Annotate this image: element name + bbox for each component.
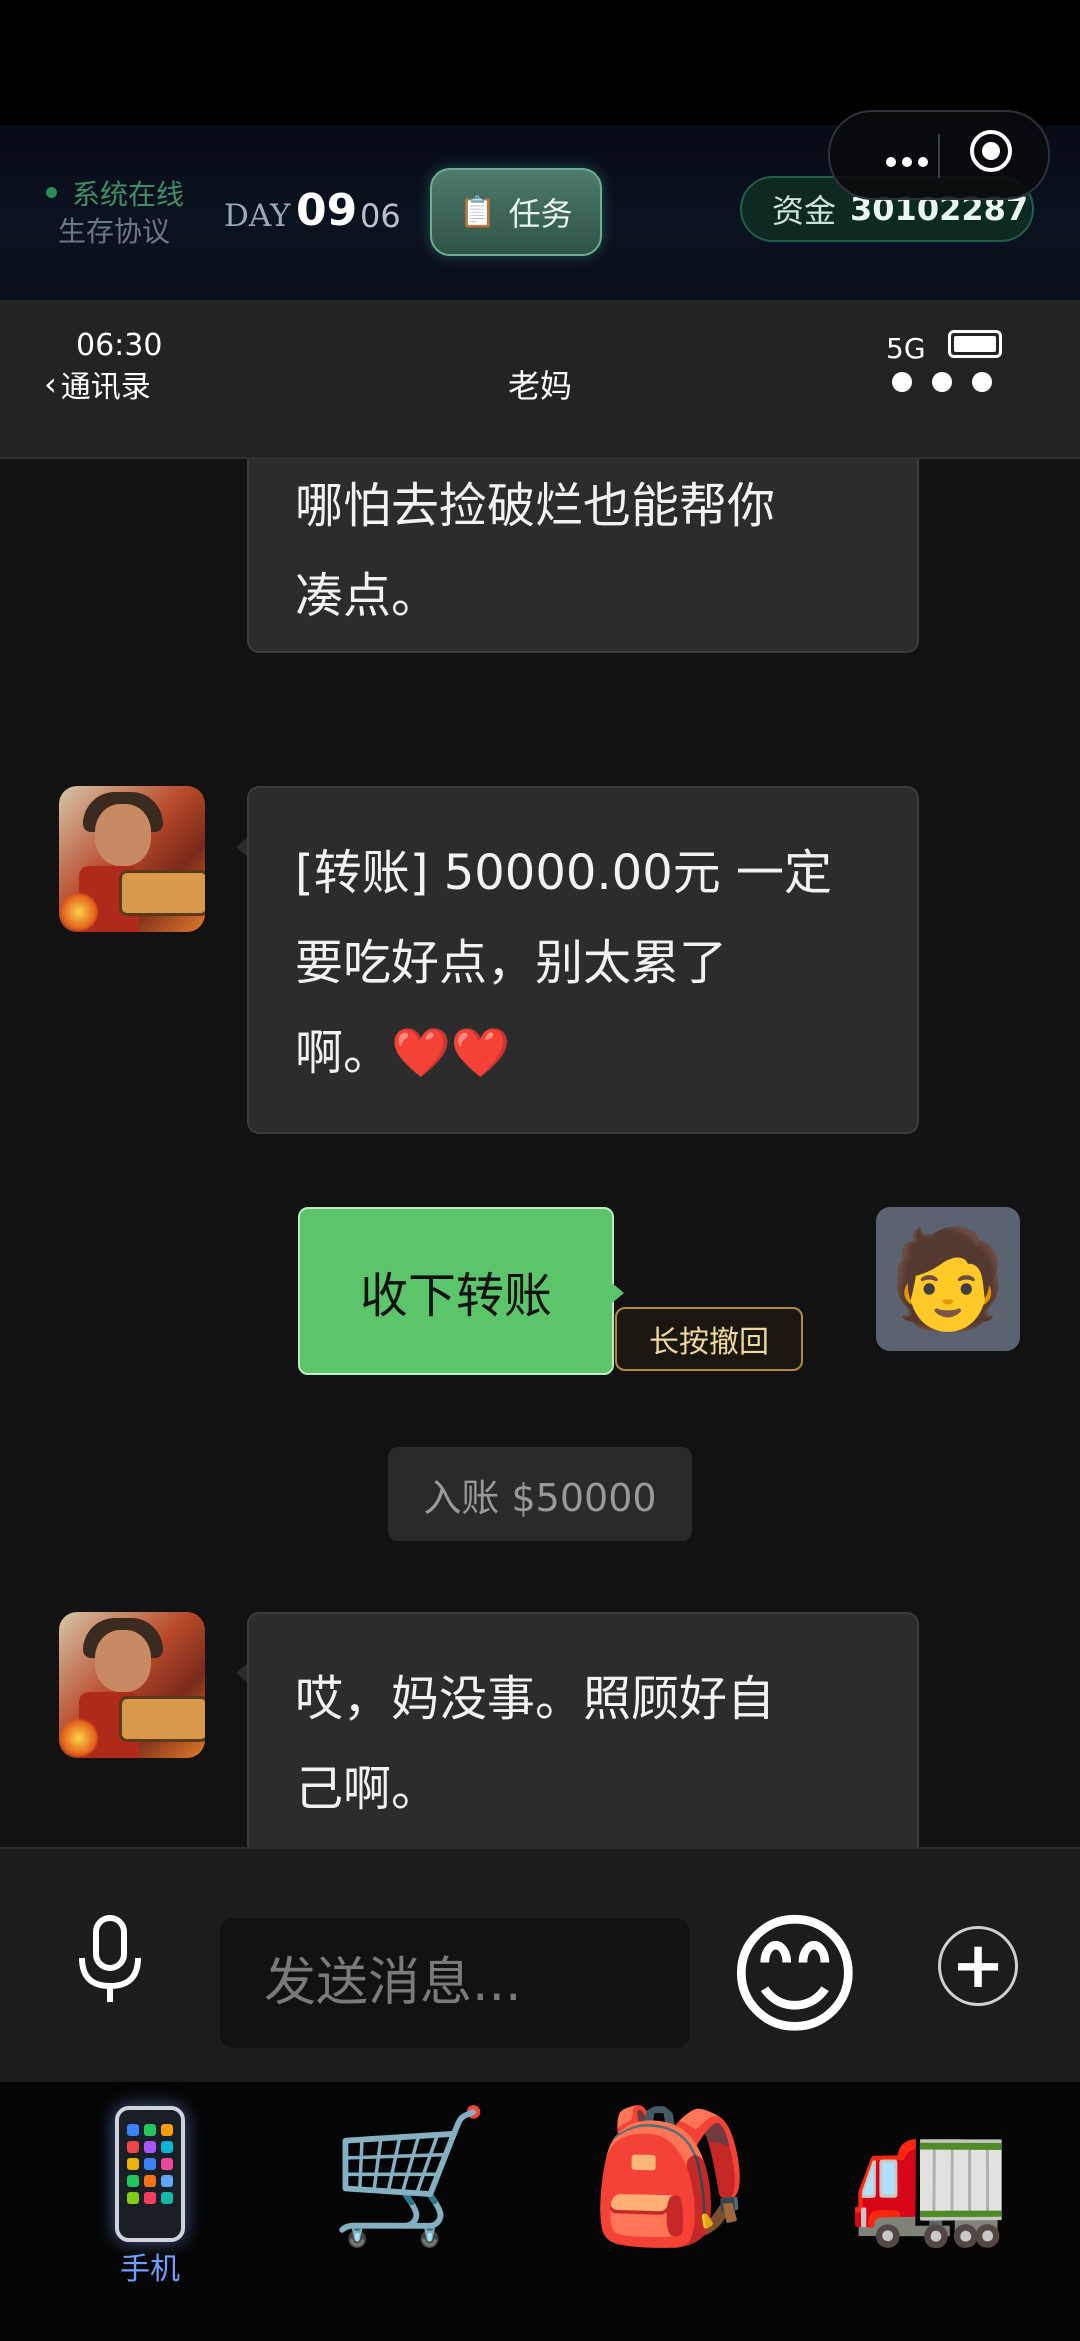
- message-line: 哪怕去捡破烂也能帮你: [295, 478, 776, 534]
- chat-menu-icon[interactable]: [892, 372, 1012, 396]
- day-number: 09: [296, 185, 358, 236]
- bubble-tail: [612, 1283, 624, 1303]
- income-notice: 入账 $50000: [388, 1447, 692, 1541]
- mom-avatar[interactable]: [59, 786, 205, 932]
- emoji-button[interactable]: 😊: [726, 1906, 864, 2046]
- nav-backpack[interactable]: 🎒: [570, 2096, 770, 2326]
- mini-program-capsule: [828, 110, 1050, 200]
- phone-icon: [115, 2106, 185, 2242]
- phone-clock: 06:30: [76, 328, 163, 363]
- incoming-message-bubble: 哎，妈没事。照顾好自 己啊。: [247, 1612, 919, 1847]
- system-online-text: 系统在线: [72, 178, 185, 211]
- incoming-message-bubble: 哪怕去捡破烂也能帮你 凑点。: [247, 459, 919, 653]
- backpack-icon: 🎒: [589, 2100, 751, 2252]
- message-line: 己啊。: [295, 1761, 440, 1817]
- incoming-message-bubble: [转账] 50000.00元 一定 要吃好点，别太累了 啊。❤️❤️: [247, 786, 919, 1134]
- signal-text: 5G: [886, 332, 926, 365]
- survival-protocol-text: 生存协议: [58, 215, 171, 248]
- accept-transfer-button[interactable]: 收下转账: [298, 1207, 614, 1375]
- capsule-divider: [938, 134, 940, 178]
- message-line: 啊。❤️❤️: [295, 1025, 511, 1081]
- nav-shop[interactable]: 🛒: [310, 2096, 510, 2326]
- message-line: 哎，妈没事。照顾好自: [295, 1671, 776, 1727]
- nav-phone-label: 手机: [120, 2252, 180, 2287]
- long-press-revoke-button[interactable]: 长按撤回: [615, 1307, 803, 1371]
- message-line: [转账] 50000.00元 一定: [295, 845, 833, 901]
- day-sub-value: 06: [360, 197, 401, 235]
- microphone-icon[interactable]: [74, 1914, 146, 2006]
- battery-icon: [948, 330, 1002, 358]
- message-line: 凑点。: [295, 568, 440, 624]
- clipboard-icon: 📋: [459, 194, 497, 230]
- nav-phone[interactable]: 手机: [50, 2096, 250, 2326]
- plus-button[interactable]: +: [938, 1926, 1018, 2006]
- more-options-icon[interactable]: [886, 152, 934, 171]
- nav-truck[interactable]: 🚛: [830, 2096, 1030, 2326]
- message-input[interactable]: [220, 1918, 690, 2048]
- task-button-label: 任务: [508, 195, 573, 233]
- mom-avatar[interactable]: [59, 1612, 205, 1758]
- funds-label: 资金: [772, 192, 837, 230]
- my-avatar[interactable]: 🧑: [876, 1207, 1020, 1351]
- chat-message-list[interactable]: 哪怕去捡破烂也能帮你 凑点。 [转账] 50000.00元 一定 要吃好点，别太…: [0, 459, 1080, 1847]
- day-label: DAY: [224, 198, 291, 234]
- shopping-cart-icon: 🛒: [329, 2100, 491, 2252]
- close-target-icon[interactable]: [970, 130, 1012, 172]
- task-button[interactable]: 📋 任务: [430, 168, 602, 256]
- truck-icon: 🚛: [849, 2100, 1011, 2252]
- online-indicator-icon: [46, 187, 57, 198]
- message-line: 要吃好点，别太累了: [295, 935, 728, 991]
